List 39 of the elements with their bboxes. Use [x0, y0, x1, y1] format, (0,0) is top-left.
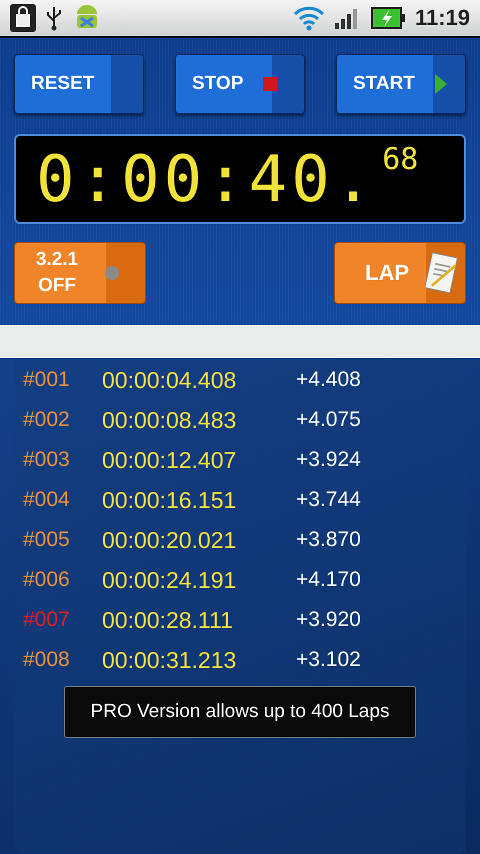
lap-number: #004: [23, 488, 71, 512]
lap-time: 00:00:24.191: [102, 566, 238, 594]
lap-time: 00:00:04.408: [102, 366, 238, 394]
toast-message: PRO Version allows up to 400 Laps: [64, 686, 416, 738]
lap-time: 00:00:12.407: [102, 446, 238, 474]
lap-split: +4.170: [296, 568, 361, 592]
lap-split: +3.744: [296, 488, 361, 512]
lap-split: +3.920: [296, 608, 361, 632]
battery-charging-icon: [370, 7, 405, 29]
lap-time: 00:00:20.021: [102, 526, 238, 554]
timer-button[interactable]: STOP: [175, 54, 305, 114]
lap-split: +4.075: [296, 408, 361, 432]
lap-split: +3.870: [296, 528, 361, 552]
lap-time: 00:00:28.111: [102, 606, 234, 634]
lap-time: 00:00:08.483: [102, 406, 238, 434]
lap-button[interactable]: LAP: [334, 242, 466, 304]
wifi-icon: [292, 5, 325, 31]
lap-split: +4.408: [296, 368, 361, 392]
lap-time: 00:00:31.213: [102, 646, 238, 674]
lap-time: 00:00:16.151: [102, 486, 238, 514]
timer-button[interactable]: RESET: [14, 54, 144, 114]
play-triangle-icon: [434, 74, 447, 94]
hundredths: 68: [382, 142, 418, 177]
lap-number: #005: [23, 528, 71, 552]
usb-icon: [46, 5, 62, 31]
timer-button[interactable]: START: [336, 54, 466, 114]
clock-time: 11:19: [414, 5, 470, 31]
lap-number: #002: [23, 408, 71, 432]
countdown-toggle-button[interactable]: 3.2.1 OFF: [14, 242, 146, 304]
lap-split: +3.102: [296, 648, 361, 672]
shopping-bag-icon: [10, 4, 36, 32]
lap-number: #008: [23, 648, 71, 672]
lap-number: #006: [23, 568, 71, 592]
elapsed-time: 0:00:40.: [36, 142, 376, 218]
lap-split: +3.924: [296, 448, 361, 472]
lap-number: #001: [23, 368, 71, 392]
lap-number: #003: [23, 448, 71, 472]
lap-number: #007: [23, 608, 71, 632]
stop-square-icon: [263, 77, 278, 91]
